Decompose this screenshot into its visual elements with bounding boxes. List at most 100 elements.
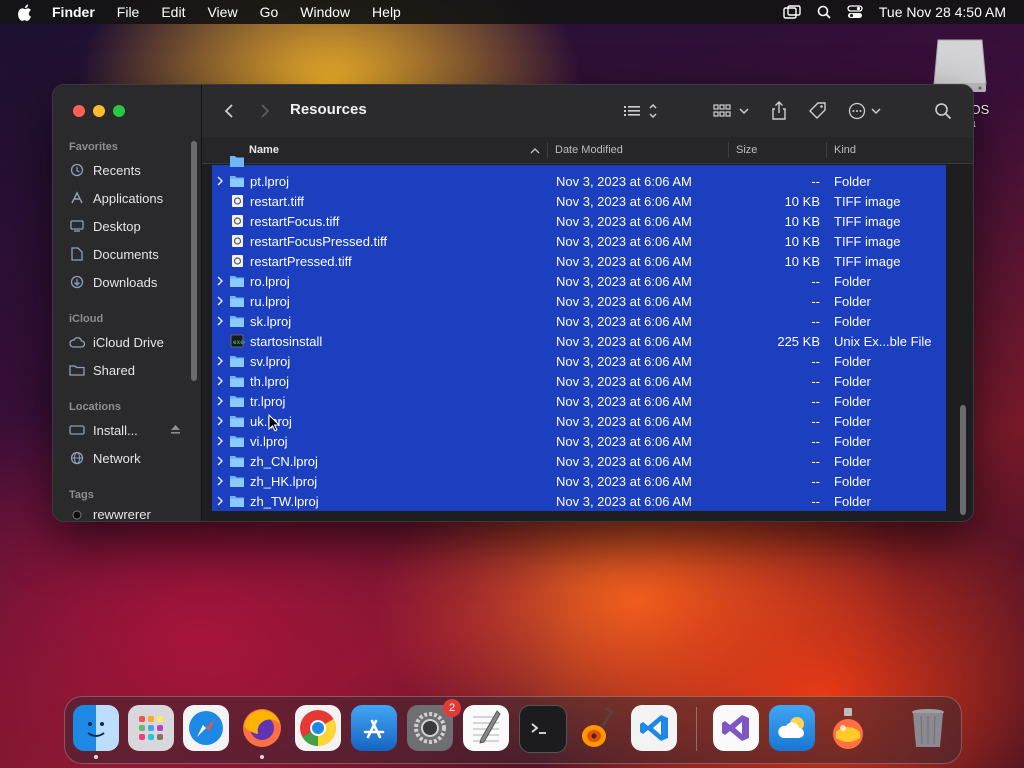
file-name: restartFocusPressed.tiff [250, 234, 388, 249]
screen-mirroring-icon[interactable] [783, 5, 801, 19]
menu-help[interactable]: Help [372, 4, 401, 20]
sidebar-item-applications[interactable]: Applications [69, 187, 163, 209]
disclosure-chevron-icon[interactable] [216, 396, 224, 406]
firefox-icon[interactable] [239, 705, 285, 751]
sidebar-item-recents[interactable]: Recents [69, 159, 141, 181]
group-button[interactable] [712, 99, 752, 123]
sidebar-item-icloud-drive[interactable]: iCloud Drive [69, 331, 164, 353]
eject-icon[interactable] [170, 423, 181, 438]
vscode-icon[interactable] [631, 705, 677, 751]
table-row[interactable]: tr.lproj Nov 3, 2023 at 6:06 AM -- Folder [212, 391, 946, 411]
app-store-icon[interactable] [351, 705, 397, 751]
sidebar-section-locations: Locations [69, 401, 121, 413]
disclosure-chevron-icon[interactable] [216, 436, 224, 446]
textedit-icon[interactable] [463, 705, 509, 751]
search-button[interactable] [934, 99, 952, 123]
system-settings-icon[interactable]: 2 [407, 699, 461, 751]
table-row[interactable]: th.lproj Nov 3, 2023 at 6:06 AM -- Folder [212, 371, 946, 391]
sidebar-item-desktop[interactable]: Desktop [69, 215, 141, 237]
tag-icon [809, 102, 826, 119]
file-list[interactable]: pt.lproj Nov 3, 2023 at 6:06 AM -- Folder re… [212, 156, 946, 511]
back-button[interactable] [224, 99, 234, 123]
table-row[interactable]: zh_HK.lproj Nov 3, 2023 at 6:06 AM -- Folde… [212, 471, 946, 491]
sidebar-scrollbar[interactable] [191, 141, 197, 381]
table-row[interactable]: sk.lproj Nov 3, 2023 at 6:06 AM -- Folder [212, 311, 946, 331]
table-row[interactable]: vi.lproj Nov 3, 2023 at 6:06 AM -- Folder [212, 431, 946, 451]
menu-finder[interactable]: Finder [52, 4, 95, 20]
weather-icon[interactable] [769, 705, 815, 751]
disclosure-chevron-icon[interactable] [216, 276, 224, 286]
table-row[interactable]: zh_CN.lproj Nov 3, 2023 at 6:06 AM -- Folde… [212, 451, 946, 471]
file-name: zh_CN.lproj [250, 454, 318, 469]
table-row[interactable]: pt.lproj Nov 3, 2023 at 6:06 AM -- Folder [212, 171, 946, 191]
file-size: -- [811, 374, 820, 389]
sidebar-item-network[interactable]: Network [69, 447, 141, 469]
disclosure-chevron-icon[interactable] [216, 376, 224, 386]
table-row[interactable]: restart.tiff Nov 3, 2023 at 6:06 AM 10 KB T… [212, 191, 946, 211]
file-date-modified: Nov 3, 2023 at 6:06 AM [556, 234, 692, 249]
table-row[interactable]: sv.lproj Nov 3, 2023 at 6:06 AM -- Folder [212, 351, 946, 371]
file-size: -- [811, 394, 820, 409]
sidebar-item-documents[interactable]: Documents [69, 243, 159, 265]
table-row[interactable]: restartFocusPressed.tiff Nov 3, 2023 at 6… [212, 231, 946, 251]
list-scrollbar[interactable] [960, 405, 966, 515]
disclosure-chevron-icon[interactable] [216, 296, 224, 306]
menubar-clock[interactable]: Tue Nov 28 4:50 AM [879, 4, 1006, 20]
apple-menu-icon[interactable] [18, 3, 34, 21]
file-date-modified: Nov 3, 2023 at 6:06 AM [556, 454, 692, 469]
table-row[interactable]: restartFocus.tiff Nov 3, 2023 at 6:06 AM 1… [212, 211, 946, 231]
disclosure-chevron-icon[interactable] [216, 176, 224, 186]
launchpad-icon[interactable] [128, 705, 174, 751]
file-name: pt.lproj [250, 174, 290, 189]
disclosure-chevron-icon[interactable] [216, 476, 224, 486]
table-row[interactable]: restartPressed.tiff Nov 3, 2023 at 6:06 A… [212, 251, 946, 271]
file-date-modified: Nov 3, 2023 at 6:06 AM [556, 494, 692, 509]
disclosure-chevron-icon[interactable] [216, 356, 224, 366]
file-size: -- [811, 354, 820, 369]
sidebar-item-downloads[interactable]: Downloads [69, 271, 157, 293]
file-kind: Folder [834, 394, 871, 409]
file-date-modified: Nov 3, 2023 at 6:06 AM [556, 374, 692, 389]
table-row[interactable]: ro.lproj Nov 3, 2023 at 6:06 AM -- Folder [212, 271, 946, 291]
mouse-cursor-icon [268, 414, 280, 432]
tag-button[interactable] [808, 99, 828, 123]
table-row[interactable]: ru.lproj Nov 3, 2023 at 6:06 AM -- Folder [212, 291, 946, 311]
visual-studio-icon[interactable] [713, 705, 759, 751]
disclosure-chevron-icon[interactable] [216, 316, 224, 326]
share-button[interactable] [770, 99, 788, 123]
finder-icon[interactable] [73, 705, 119, 751]
menu-window[interactable]: Window [300, 4, 350, 20]
disclosure-chevron-icon[interactable] [216, 416, 224, 426]
zoom-button[interactable] [113, 105, 125, 117]
menu-go[interactable]: Go [260, 4, 279, 20]
close-button[interactable] [73, 105, 85, 117]
trash-icon[interactable] [905, 705, 951, 751]
list-view-button[interactable] [622, 99, 660, 123]
file-kind: Folder [834, 354, 871, 369]
sidebar-item-tag[interactable]: rewwrerer [69, 507, 151, 521]
sidebar-item-shared[interactable]: Shared [69, 359, 135, 381]
tiff-image-icon [232, 195, 243, 207]
menu-file[interactable]: File [117, 4, 140, 20]
chevron-left-icon [224, 104, 233, 118]
menu-view[interactable]: View [207, 4, 237, 20]
chrome-icon[interactable] [295, 705, 341, 751]
table-row[interactable]: uk.lprojNov 3, 2023 at 6:06 AM--Folder [212, 411, 946, 431]
safari-icon[interactable] [183, 705, 229, 751]
table-row[interactable]: exec startosinstall Nov 3, 2023 at 6:06 AM… [212, 331, 946, 351]
action-button[interactable] [848, 99, 884, 123]
terminal-icon[interactable] [519, 705, 567, 753]
spotlight-icon[interactable] [817, 5, 831, 19]
forward-button[interactable] [260, 99, 270, 123]
installer-icon[interactable] [825, 705, 871, 751]
disclosure-chevron-icon[interactable] [216, 496, 224, 506]
tiff-image-icon [232, 235, 243, 247]
file-size: -- [811, 454, 820, 469]
control-center-icon[interactable] [847, 5, 863, 19]
disclosure-chevron-icon[interactable] [216, 456, 224, 466]
table-row[interactable]: zh_TW.lproj Nov 3, 2023 at 6:06 AM -- Folde… [212, 491, 946, 511]
minimize-button[interactable] [93, 105, 105, 117]
menu-edit[interactable]: Edit [161, 4, 185, 20]
garageband-icon[interactable] [575, 705, 621, 751]
sidebar-item-install[interactable]: Install... [69, 419, 181, 441]
